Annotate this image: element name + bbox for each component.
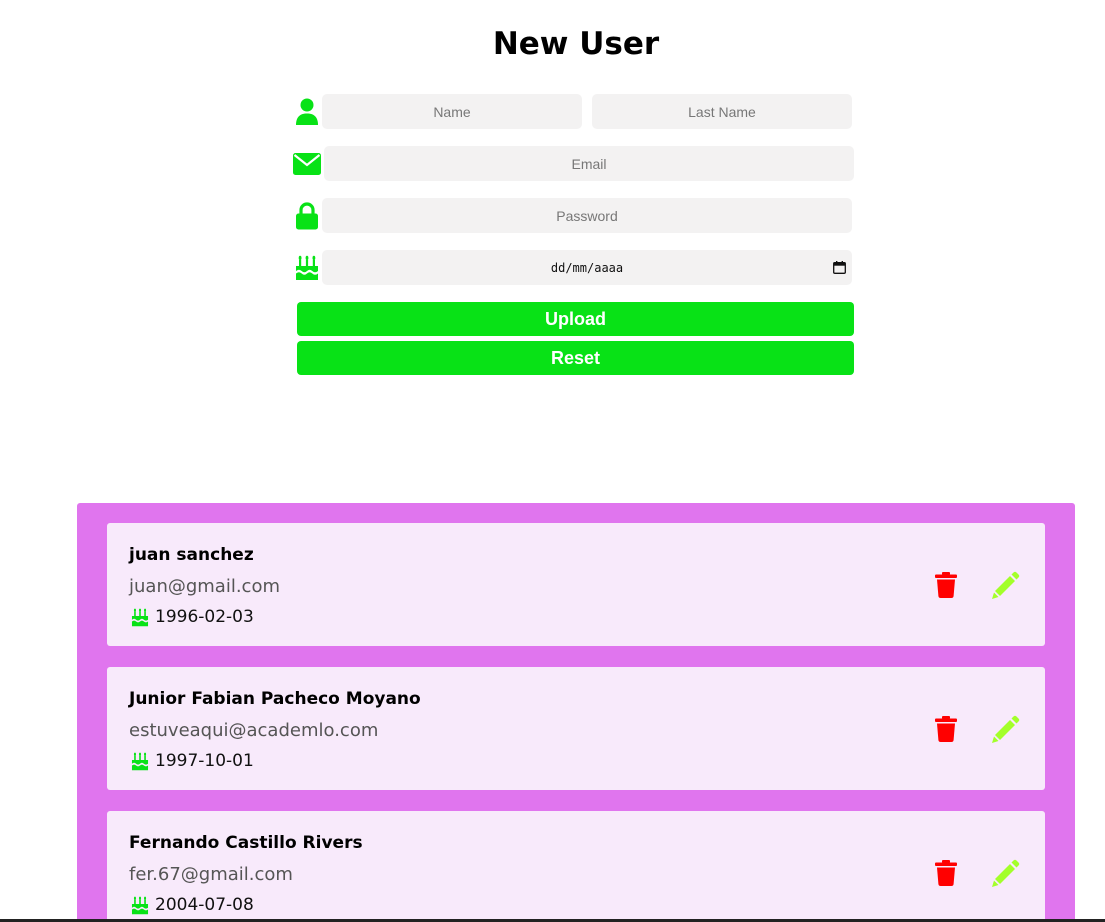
email-input[interactable] <box>324 146 854 181</box>
user-birthday: 2004-07-08 <box>131 895 254 915</box>
birthday-date: 1996-02-03 <box>155 607 254 627</box>
birthday-cake-icon <box>292 250 322 285</box>
user-birthday: 1996-02-03 <box>131 607 254 627</box>
new-user-form: dd/mm/aaaa Upload Reset <box>292 94 855 375</box>
edit-button[interactable] <box>991 714 1021 744</box>
password-row <box>292 198 855 233</box>
date-placeholder: dd/mm/aaaa <box>550 260 624 275</box>
trash-icon <box>935 716 957 742</box>
pencil-icon <box>992 715 1020 743</box>
list-item: Fernando Castillo Rivers fer.67@gmail.co… <box>107 811 1045 922</box>
birthday-cake-icon <box>131 896 149 914</box>
user-email: estuveaqui@academlo.com <box>129 720 379 741</box>
delete-button[interactable] <box>933 571 959 599</box>
user-icon <box>292 94 322 129</box>
user-email: fer.67@gmail.com <box>129 864 293 885</box>
users-list: juan sanchez juan@gmail.com 1996-02-03 J… <box>77 503 1075 922</box>
trash-icon <box>935 572 957 598</box>
edit-button[interactable] <box>991 858 1021 888</box>
birthday-date-input[interactable]: dd/mm/aaaa <box>322 250 852 285</box>
name-input[interactable] <box>322 94 582 129</box>
page-title: New User <box>492 26 660 62</box>
user-email: juan@gmail.com <box>129 576 281 597</box>
user-birthday: 1997-10-01 <box>131 751 254 771</box>
delete-button[interactable] <box>933 715 959 743</box>
delete-button[interactable] <box>933 859 959 887</box>
reset-button[interactable]: Reset <box>297 341 854 375</box>
last-name-input[interactable] <box>592 94 852 129</box>
birthday-cake-icon <box>131 752 149 770</box>
user-name: Fernando Castillo Rivers <box>129 833 363 853</box>
birthday-row: dd/mm/aaaa <box>292 250 855 285</box>
pencil-icon <box>992 859 1020 887</box>
trash-icon <box>935 860 957 886</box>
envelope-icon <box>292 146 322 181</box>
upload-button[interactable]: Upload <box>297 302 854 336</box>
calendar-icon[interactable] <box>833 261 846 277</box>
edit-button[interactable] <box>991 570 1021 600</box>
user-name: Junior Fabian Pacheco Moyano <box>129 689 421 709</box>
birthday-date: 2004-07-08 <box>155 895 254 915</box>
user-name: juan sanchez <box>129 545 254 565</box>
birthday-cake-icon <box>131 608 149 626</box>
page: New User Name Last Name Email dd/mm/aaaa… <box>0 0 1105 922</box>
list-item: juan sanchez juan@gmail.com 1996-02-03 <box>107 523 1045 646</box>
password-input[interactable] <box>322 198 852 233</box>
pencil-icon <box>992 571 1020 599</box>
lock-icon <box>292 198 322 233</box>
birthday-date: 1997-10-01 <box>155 751 254 771</box>
list-item: Junior Fabian Pacheco Moyano estuveaqui@… <box>107 667 1045 790</box>
name-row <box>292 94 855 129</box>
email-row <box>292 146 855 181</box>
